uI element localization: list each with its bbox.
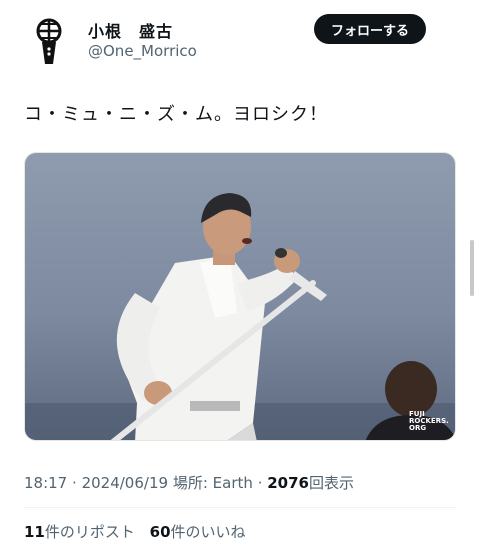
reposts-label: 件のリポスト bbox=[44, 523, 135, 541]
tweet-text: コ・ミュ・ニ・ズ・ム。ヨロシク！ bbox=[24, 104, 328, 125]
meta-separator-2: · bbox=[257, 474, 263, 492]
views-count: 2076 bbox=[267, 474, 309, 492]
follow-button[interactable]: フォローする bbox=[314, 14, 426, 44]
scrollbar[interactable] bbox=[470, 240, 474, 296]
tweet-photo[interactable]: FUJI ROCKERS. ORG bbox=[24, 152, 456, 441]
reposts-stat[interactable]: 11件のリポスト bbox=[24, 523, 135, 541]
user-handle[interactable]: @One_Morrico bbox=[88, 42, 197, 60]
tweet-stats: 11件のリポスト 60件のいいね bbox=[24, 521, 246, 542]
microphone-icon bbox=[36, 18, 62, 64]
reposts-count: 11 bbox=[24, 523, 45, 541]
photo-watermark: FUJI ROCKERS. ORG bbox=[409, 410, 449, 432]
place-label: 場所: bbox=[172, 474, 208, 492]
divider bbox=[24, 507, 456, 508]
display-name[interactable]: 小根 盛古 bbox=[88, 18, 173, 42]
likes-label: 件のいいね bbox=[170, 523, 246, 541]
tweet-meta: 18:17 · 2024/06/19 場所: Earth · 2076回表示 bbox=[24, 472, 354, 493]
place-name[interactable]: Earth bbox=[213, 474, 253, 492]
tweet-time[interactable]: 18:17 bbox=[24, 474, 67, 492]
likes-stat[interactable]: 60件のいいね bbox=[150, 523, 246, 541]
avatar[interactable] bbox=[24, 14, 76, 66]
views-label: 回表示 bbox=[309, 474, 355, 492]
concert-photo-illustration bbox=[25, 153, 455, 440]
likes-count: 60 bbox=[149, 523, 171, 541]
tweet-date[interactable]: 2024/06/19 bbox=[82, 474, 168, 492]
meta-separator: · bbox=[72, 474, 77, 492]
